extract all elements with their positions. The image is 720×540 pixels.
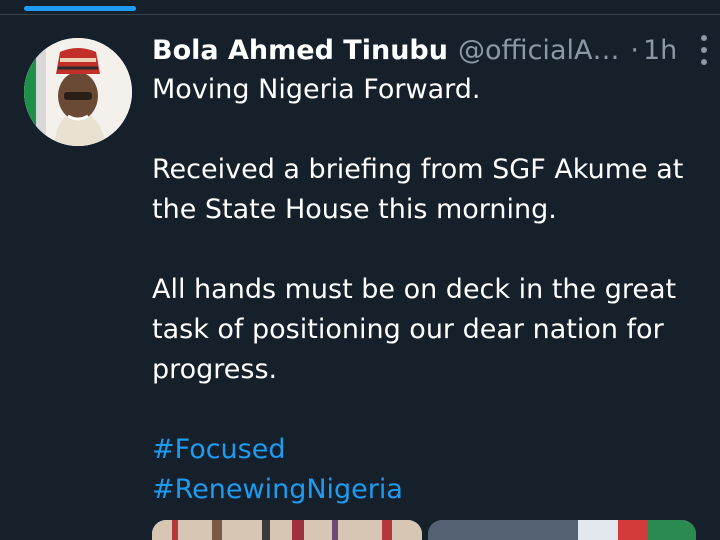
- tweet-header: Bola Ahmed Tinubu @officialABAT · 1h: [152, 30, 708, 70]
- media-image[interactable]: [428, 520, 696, 540]
- hashtag-link[interactable]: #RenewingNigeria: [152, 470, 700, 510]
- tweet-line: Received a briefing from SGF Akume at th…: [152, 154, 684, 225]
- media-thumbnail: [428, 520, 696, 540]
- line-spacer: [152, 110, 700, 150]
- line-spacer: [152, 390, 700, 430]
- media-image[interactable]: [152, 520, 422, 540]
- more-dot: [700, 35, 707, 41]
- author-name[interactable]: Bola Ahmed Tinubu: [152, 35, 448, 66]
- tweet-line: Moving Nigeria Forward.: [152, 74, 481, 105]
- author-handle[interactable]: @officialABAT: [458, 35, 620, 66]
- tweet-page: Bola Ahmed Tinubu @officialABAT · 1h Mov…: [0, 0, 720, 540]
- divider: [0, 14, 720, 15]
- tweet-timestamp[interactable]: 1h: [643, 35, 677, 66]
- tweet-line: All hands must be on deck in the great t…: [152, 274, 677, 385]
- active-tab-indicator: [24, 6, 136, 11]
- separator: ·: [630, 34, 639, 66]
- avatar[interactable]: [24, 38, 132, 146]
- hashtag-link[interactable]: #Focused: [152, 430, 700, 470]
- line-spacer: [152, 230, 700, 270]
- more-dot: [700, 47, 707, 53]
- avatar-image: [24, 38, 132, 146]
- tweet-text: Moving Nigeria Forward. Received a brief…: [152, 70, 700, 510]
- more-vertical-icon[interactable]: [699, 35, 708, 65]
- media-thumbnail: [152, 520, 422, 540]
- more-dot: [700, 59, 707, 65]
